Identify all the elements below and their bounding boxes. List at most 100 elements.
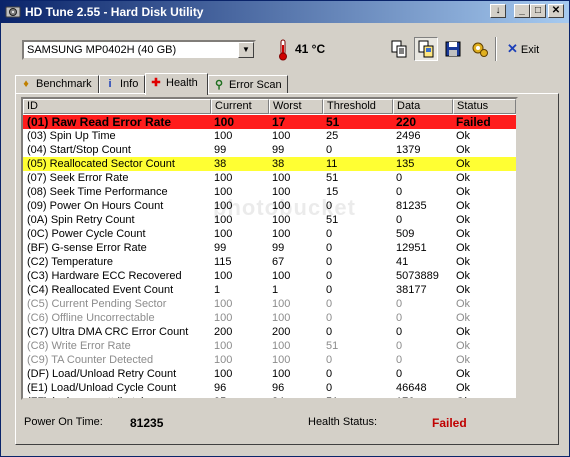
cell-status: Ok: [456, 186, 471, 198]
copy-screenshot-button[interactable]: [414, 37, 438, 61]
benchmark-icon: ♦: [23, 78, 29, 90]
health-status-value: Failed: [432, 416, 467, 430]
cell-threshold: 0: [326, 228, 333, 240]
cell-threshold: 0: [326, 270, 333, 282]
cell-worst: 99: [272, 242, 285, 254]
cell-data: 0: [396, 214, 403, 226]
cell-worst: 100: [272, 228, 291, 240]
health-panel: ID Current Worst Threshold Data Status (…: [15, 93, 559, 445]
cell-worst: 100: [272, 354, 291, 366]
table-row[interactable]: (BF) G-sense Error Rate 99 99 0 12951 Ok: [23, 241, 516, 255]
cell-worst: 17: [272, 115, 286, 129]
cell-worst: 100: [272, 130, 291, 142]
cell-threshold: 0: [326, 242, 333, 254]
table-row[interactable]: (FF) (unknown attribute) 95 84 51 176 Ok: [23, 395, 516, 398]
cell-status: Ok: [456, 284, 471, 296]
column-header-data[interactable]: Data: [393, 99, 453, 114]
minimize-button[interactable]: _: [514, 4, 530, 18]
tab-info[interactable]: i Info: [99, 75, 145, 94]
table-row[interactable]: (C7) Ultra DMA CRC Error Count 200 200 0 0 Ok: [23, 325, 516, 339]
column-header-current[interactable]: Current: [211, 99, 269, 114]
tab-health-label: Health: [166, 77, 198, 89]
cell-data: 12951: [396, 242, 427, 254]
cell-current: 100: [214, 172, 233, 184]
cell-worst: 100: [272, 340, 291, 352]
cell-id: (C3) Hardware ECC Recovered: [27, 270, 182, 282]
cell-current: 100: [214, 340, 233, 352]
table-row[interactable]: (04) Start/Stop Count 99 99 0 1379 Ok: [23, 143, 516, 157]
cell-id: (C2) Temperature: [27, 256, 113, 268]
cell-id: (C4) Reallocated Event Count: [27, 284, 174, 296]
table-row[interactable]: (05) Reallocated Sector Count 38 38 11 135 Ok: [23, 157, 516, 171]
table-row[interactable]: (0C) Power Cycle Count 100 100 0 509 Ok: [23, 227, 516, 241]
table-row[interactable]: (C9) TA Counter Detected 100 100 0 0 Ok: [23, 353, 516, 367]
exit-button[interactable]: ✕ Exit: [507, 41, 539, 57]
toolbar: SAMSUNG MP0402H (40 GB) ▼ 41 °C ✕ Exit: [1, 23, 569, 73]
cell-threshold: 0: [326, 256, 333, 268]
info-icon: i: [108, 78, 112, 90]
tab-error-scan[interactable]: ⚲ Error Scan: [208, 75, 288, 94]
table-row[interactable]: (03) Spin Up Time 100 100 25 2496 Ok: [23, 129, 516, 143]
cell-data: 135: [396, 158, 415, 170]
cell-id: (DF) Load/Unload Retry Count: [27, 368, 177, 380]
tab-benchmark[interactable]: ♦ Benchmark: [15, 75, 99, 94]
tab-strip: ♦ Benchmark i Info ✚ Health ⚲ Error Scan: [15, 73, 555, 95]
cell-status: Ok: [456, 395, 470, 398]
copy-info-icon: [391, 40, 407, 58]
cell-status: Ok: [456, 298, 471, 310]
title-bar[interactable]: HD Tune 2.55 - Hard Disk Utility ↓ _ □ ✕: [1, 1, 569, 23]
cell-current: 200: [214, 326, 233, 338]
table-row[interactable]: (DF) Load/Unload Retry Count 100 100 0 0 Ok: [23, 367, 516, 381]
table-row[interactable]: (01) Raw Read Error Rate 100 17 51 220 Failed: [23, 115, 516, 129]
cell-status: Ok: [456, 200, 471, 212]
maximize-button[interactable]: □: [530, 4, 546, 18]
copy-info-button[interactable]: [387, 37, 411, 61]
cell-current: 100: [214, 228, 233, 240]
column-header-id[interactable]: ID: [23, 99, 211, 114]
cell-current: 100: [214, 130, 233, 142]
save-button[interactable]: [441, 37, 465, 61]
cell-data: 220: [396, 115, 417, 129]
cell-status: Failed: [456, 115, 491, 129]
cell-worst: 96: [272, 382, 285, 394]
cell-data: 0: [396, 298, 403, 310]
tab-health[interactable]: ✚ Health: [145, 73, 208, 95]
cell-threshold: 0: [326, 326, 333, 338]
chevron-down-icon[interactable]: ▼: [238, 42, 254, 58]
cell-data: 509: [396, 228, 415, 240]
power-on-label: Power On Time:: [24, 416, 103, 428]
cell-data: 0: [396, 368, 403, 380]
cell-id: (01) Raw Read Error Rate: [27, 115, 172, 129]
drive-select[interactable]: SAMSUNG MP0402H (40 GB) ▼: [22, 40, 256, 60]
cell-threshold: 51: [326, 340, 339, 352]
table-row[interactable]: (C2) Temperature 115 67 0 41 Ok: [23, 255, 516, 269]
table-row[interactable]: (C3) Hardware ECC Recovered 100 100 0 507388…: [23, 269, 516, 283]
cell-id: (FF) (unknown attribute): [27, 395, 145, 398]
column-header-status[interactable]: Status: [453, 99, 516, 114]
table-row[interactable]: (C5) Current Pending Sector 100 100 0 0 Ok: [23, 297, 516, 311]
cell-data: 1379: [396, 144, 421, 156]
tab-error-scan-label: Error Scan: [229, 79, 282, 91]
cell-data: 2496: [396, 130, 421, 142]
cell-status: Ok: [456, 214, 471, 226]
cell-threshold: 0: [326, 382, 333, 394]
cell-worst: 100: [272, 368, 291, 380]
table-row[interactable]: (E1) Load/Unload Cycle Count 96 96 0 46648 Ok: [23, 381, 516, 395]
cell-status: Ok: [456, 326, 471, 338]
table-row[interactable]: (07) Seek Error Rate 100 100 51 0 Ok: [23, 171, 516, 185]
minimize-to-tray-button[interactable]: ↓: [490, 4, 506, 18]
close-button[interactable]: ✕: [548, 4, 564, 18]
column-header-worst[interactable]: Worst: [269, 99, 323, 114]
cell-data: 0: [396, 354, 403, 366]
table-row[interactable]: (C4) Reallocated Event Count 1 1 0 38177 Ok: [23, 283, 516, 297]
column-header-threshold[interactable]: Threshold: [323, 99, 393, 114]
cell-status: Ok: [456, 144, 471, 156]
watermark: photobucket: [213, 195, 356, 220]
options-icon: [472, 42, 488, 57]
cell-id: (C5) Current Pending Sector: [27, 298, 167, 310]
table-row[interactable]: (C8) Write Error Rate 100 100 51 0 Ok: [23, 339, 516, 353]
options-button[interactable]: [468, 37, 492, 61]
cell-id: (03) Spin Up Time: [27, 130, 116, 142]
smart-table[interactable]: ID Current Worst Threshold Data Status (…: [21, 97, 518, 400]
table-row[interactable]: (C6) Offline Uncorrectable 100 100 0 0 Ok: [23, 311, 516, 325]
